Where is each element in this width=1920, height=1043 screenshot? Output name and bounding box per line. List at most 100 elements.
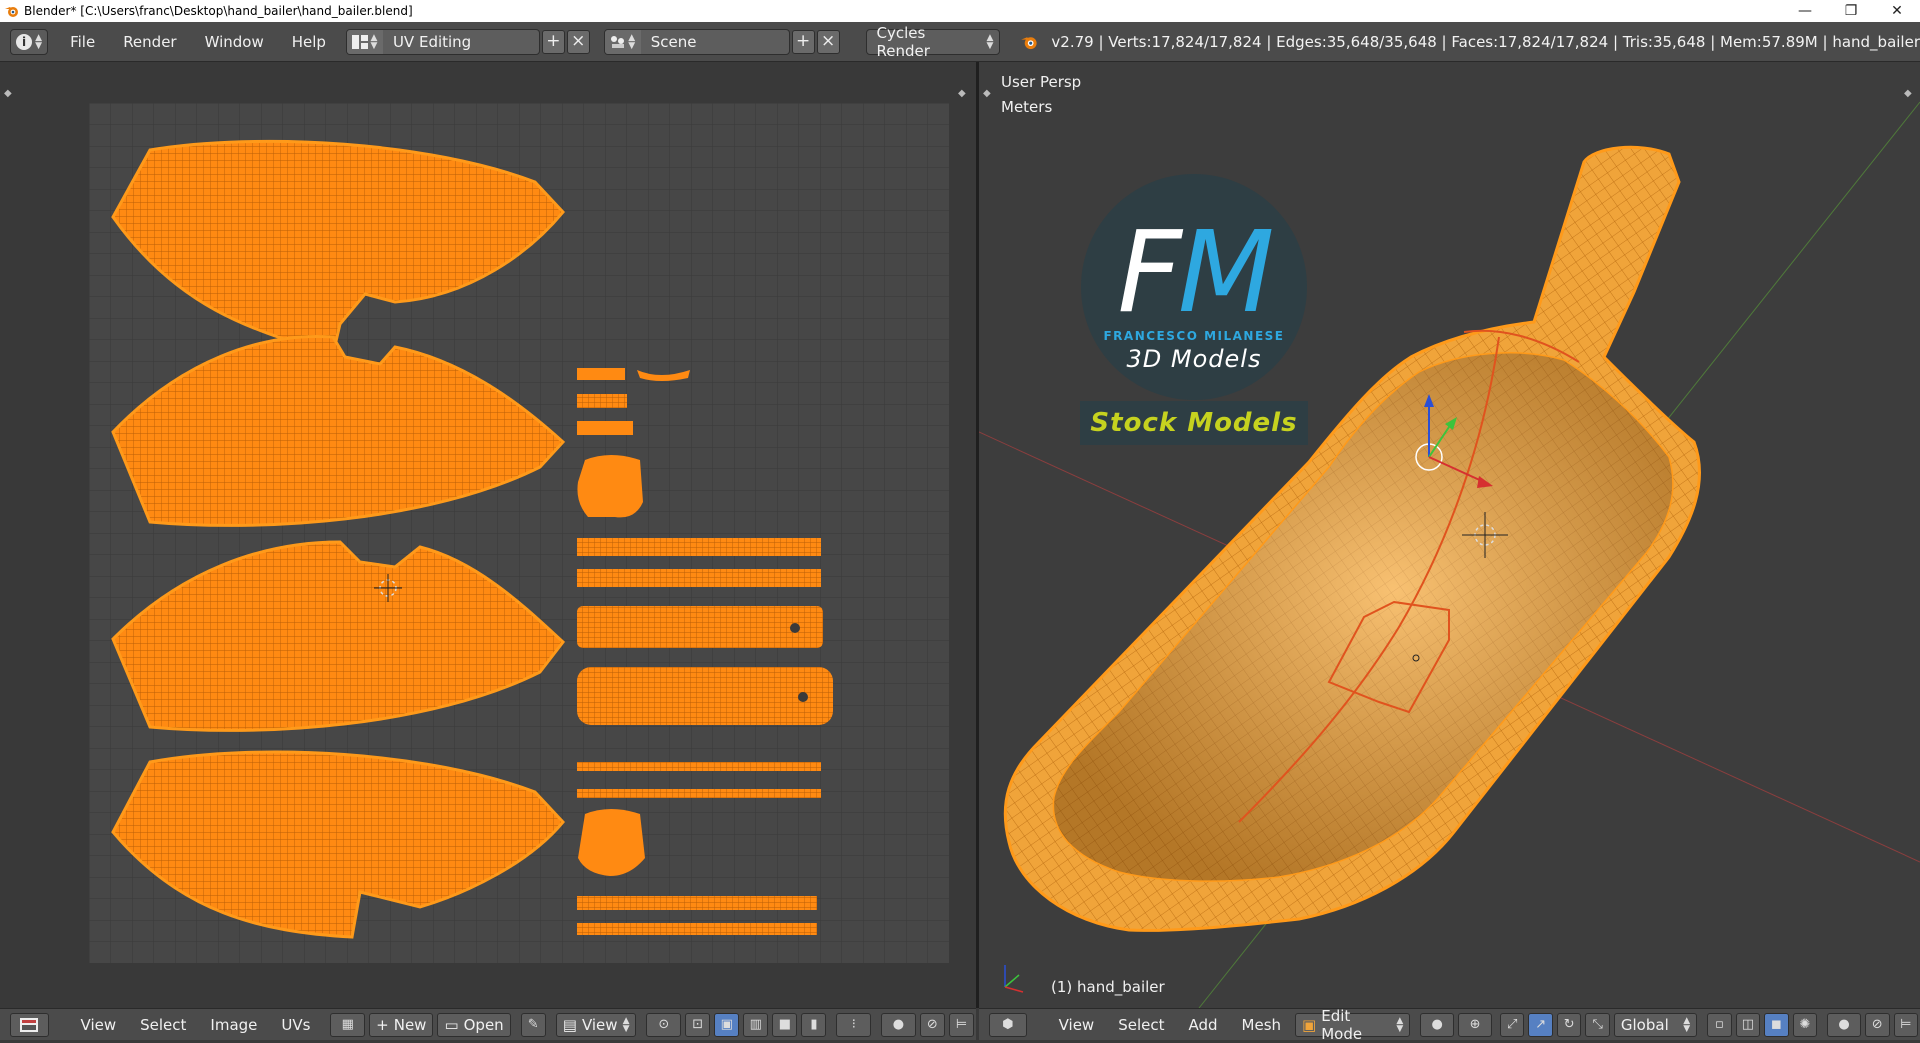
view-mode-selector[interactable]: ▤ View ▲ ▼ (555, 1012, 637, 1037)
sticky-select-icon[interactable]: ⊡ (685, 1012, 711, 1037)
vertex-select-icon[interactable]: ▫ (1707, 1012, 1732, 1037)
menu-file[interactable]: File (56, 22, 109, 62)
uv-island[interactable] (577, 569, 821, 587)
limit-selection-icon[interactable]: ✺ (1792, 1012, 1818, 1037)
blender-logo-icon (1021, 36, 1038, 49)
menu-render[interactable]: Render (109, 22, 190, 62)
render-engine-selector[interactable]: Cycles Render ▲ ▼ (865, 24, 1001, 60)
snap-element-icon[interactable]: ⊨ (1893, 1012, 1918, 1037)
face-select-icon[interactable]: ■ (772, 1012, 798, 1037)
x-icon: × (571, 31, 586, 51)
editor-type-button[interactable]: i ▲ ▼ (10, 28, 49, 55)
uv-island[interactable] (578, 809, 645, 876)
uv-island[interactable] (577, 667, 833, 725)
menu-select[interactable]: Select (1106, 1016, 1176, 1034)
editor-type-button[interactable] (10, 1012, 49, 1037)
scene-name[interactable]: Scene (641, 33, 789, 51)
snap-icon[interactable]: ⊘ (1865, 1012, 1890, 1037)
rotate-icon[interactable]: ↻ (1556, 1012, 1582, 1037)
minimize-button[interactable]: — (1782, 0, 1828, 22)
proportional-edit-icon[interactable]: ● (1827, 1012, 1862, 1037)
edge-select-icon[interactable]: ◫ (1735, 1012, 1761, 1037)
plus-icon: + (376, 1015, 389, 1034)
transform-orientation-selector[interactable]: Global ▲ ▼ (1613, 1012, 1698, 1037)
mode-selector[interactable]: ▣ Edit Mode ▲ ▼ (1295, 1007, 1411, 1043)
scale-icon[interactable]: ⤡ (1585, 1012, 1610, 1037)
screen-layout-icon: ▲ ▼ (346, 29, 383, 54)
pivot-point-icon[interactable]: ⊕ (1458, 1012, 1492, 1037)
menu-uvs[interactable]: UVs (269, 1016, 322, 1034)
add-scene-button[interactable]: + (791, 29, 815, 54)
3d-viewport[interactable]: ◆ ◆ User Persp Meters FM FRANCESCO MILAN… (979, 62, 1920, 1008)
edit-mode-icon: ▣ (1302, 1015, 1317, 1034)
render-engine-name[interactable]: Cycles Render (867, 24, 987, 60)
close-button[interactable]: ✕ (1874, 0, 1920, 22)
menu-add[interactable]: Add (1177, 1016, 1230, 1034)
uv-island[interactable] (577, 455, 643, 518)
uv-island[interactable] (577, 896, 817, 910)
image-browse-icon: ▦ (341, 1017, 354, 1032)
viewport-header: ⬢ View Select Add Mesh ▣ Edit Mode ▲ ▼ ● ⊕ … (979, 1007, 1920, 1043)
delete-screen-button[interactable]: × (566, 29, 590, 54)
uv-island[interactable] (577, 606, 823, 648)
menu-view[interactable]: View (69, 1016, 129, 1034)
menu-help[interactable]: Help (278, 22, 340, 62)
menu-select[interactable]: Select (128, 1016, 198, 1034)
window-title-bar: Blender* [C:\Users\franc\Desktop\hand_ba… (0, 0, 1920, 22)
pivot-icon[interactable]: ⊙ (646, 1012, 682, 1037)
island-select-icon[interactable]: ▮ (801, 1012, 827, 1037)
maximize-button[interactable]: ❐ (1828, 0, 1874, 22)
manipulator-toggle-icon[interactable]: ⤢ (1499, 1012, 1525, 1037)
view-axes-icon (1004, 965, 1024, 993)
menu-window[interactable]: Window (191, 22, 278, 62)
chevron-updown-icon: ▲ ▼ (1396, 1015, 1404, 1034)
uv-image-editor[interactable]: ◆ ◆ (0, 62, 976, 1008)
screen-layout-name[interactable]: UV Editing (383, 33, 539, 51)
screen-layout-selector[interactable]: ▲ ▼ UV Editing (345, 28, 540, 55)
uv-canvas[interactable] (0, 62, 976, 1008)
pin-icon[interactable]: ✎ (520, 1012, 546, 1037)
uv-island[interactable] (577, 394, 627, 408)
new-image-button[interactable]: + New (369, 1012, 434, 1037)
image-editor-icon (20, 1017, 39, 1032)
proportional-edit-icon[interactable]: ● (881, 1012, 916, 1037)
add-screen-button[interactable]: + (541, 29, 565, 54)
plus-icon: + (796, 31, 811, 51)
unit-system: Meters (1001, 98, 1053, 116)
menu-view[interactable]: View (1047, 1016, 1107, 1034)
active-object-label: (1) hand_bailer (1051, 978, 1165, 996)
uv-island[interactable] (577, 762, 821, 771)
face-select-icon[interactable]: ◼ (1764, 1012, 1789, 1037)
uv-island[interactable] (577, 789, 821, 798)
edge-select-icon[interactable]: ▥ (743, 1012, 769, 1037)
uv-island[interactable] (577, 538, 821, 556)
snap-target-icon[interactable]: ⊨ (948, 1012, 974, 1037)
image-browse-button[interactable]: ▦ (330, 1012, 366, 1037)
chevron-updown-icon: ▲ ▼ (986, 32, 994, 51)
chevron-updown-icon: ▲ ▼ (35, 32, 42, 51)
uv-island[interactable] (577, 923, 817, 935)
sync-select-icon[interactable]: ⁝ (836, 1012, 872, 1037)
menu-image[interactable]: Image (198, 1016, 269, 1034)
open-image-button[interactable]: ▭ Open (437, 1012, 511, 1037)
blender-logo-icon (5, 7, 18, 17)
menu-mesh[interactable]: Mesh (1230, 1016, 1294, 1034)
delete-scene-button[interactable]: × (816, 29, 840, 54)
view-mode-icon: ▤ (562, 1015, 577, 1034)
plus-icon: + (546, 31, 561, 51)
uv-island-hole (790, 623, 800, 633)
view-info: User Persp Meters (1001, 70, 1081, 120)
x-icon: × (820, 31, 836, 51)
chevron-updown-icon: ▲ ▼ (1683, 1015, 1691, 1034)
info-icon: i (16, 33, 33, 50)
snap-icon[interactable]: ⊘ (919, 1012, 945, 1037)
editor-type-button[interactable]: ⬢ (989, 1012, 1027, 1037)
viewport-shading-icon[interactable]: ● (1420, 1012, 1455, 1037)
scene-selector[interactable]: ▲ ▼ Scene (603, 28, 790, 55)
uv-island[interactable] (577, 421, 633, 435)
uv-island[interactable] (577, 368, 625, 380)
vertex-select-icon[interactable]: ▣ (714, 1012, 740, 1037)
uv-editor-header: View Select Image UVs ▦ + New ▭ Open ✎ ▤ Vi… (0, 1008, 976, 1040)
3d-view-icon: ⬢ (1002, 1017, 1014, 1032)
translate-icon[interactable]: ↗ (1528, 1012, 1553, 1037)
